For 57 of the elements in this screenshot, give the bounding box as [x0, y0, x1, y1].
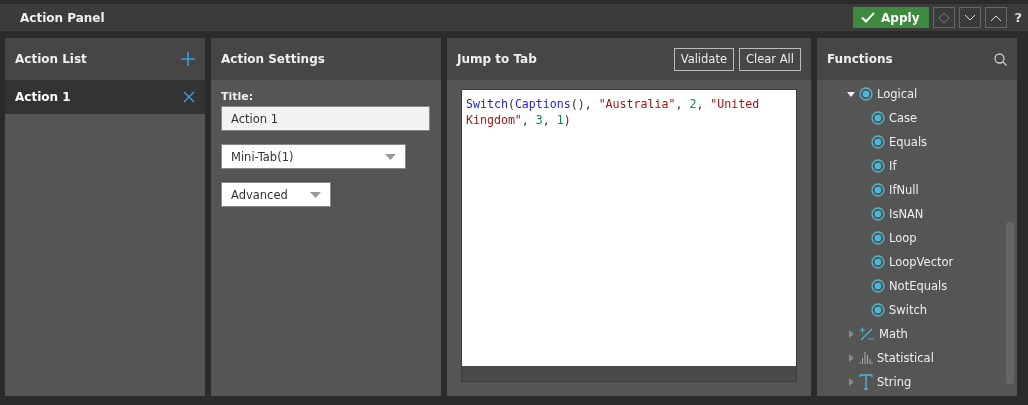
caret-right-icon[interactable]: [847, 378, 855, 386]
circle-icon: [871, 255, 885, 269]
action-list-item[interactable]: Action 1: [5, 80, 205, 114]
panel-heading: Functions: [827, 52, 894, 66]
circle-icon: [871, 111, 885, 125]
diamond-button[interactable]: [933, 7, 956, 28]
function-label[interactable]: Statistical: [877, 351, 934, 365]
chevron-down-icon: [964, 13, 977, 22]
circle-icon: [871, 231, 885, 245]
caret-down-icon: [385, 153, 396, 160]
chevron-up-button[interactable]: [985, 7, 1008, 28]
panel-title: Action Panel: [20, 10, 106, 25]
function-label[interactable]: If: [889, 159, 897, 173]
caret-right-icon[interactable]: [847, 330, 855, 338]
check-icon: [861, 12, 876, 23]
header-button[interactable]: Clear All: [739, 47, 801, 71]
circle-icon: [871, 303, 885, 317]
header-button[interactable]: Validate: [673, 47, 734, 71]
caret-down-icon[interactable]: [847, 90, 855, 98]
function-label[interactable]: Math: [879, 327, 908, 341]
plus-icon[interactable]: [181, 52, 195, 66]
code-editor[interactable]: Switch(Captions(), "Australia", 2, "United Kingdom", 3, 1): [462, 90, 796, 366]
function-label[interactable]: Logical: [877, 87, 918, 101]
help-button[interactable]: ?: [1014, 10, 1022, 25]
circle-icon: [871, 279, 885, 293]
function-label[interactable]: Equals: [889, 135, 928, 149]
function-label[interactable]: LoopVector: [889, 255, 954, 269]
bar-chart-icon: [859, 351, 873, 365]
function-label[interactable]: Switch: [889, 303, 928, 317]
apply-button[interactable]: Apply: [853, 7, 930, 28]
circle-icon: [859, 87, 873, 101]
panel-heading: Action Settings: [221, 52, 326, 66]
dropdown[interactable]: Advanced: [221, 182, 331, 207]
title-label: Title:: [221, 90, 255, 103]
close-icon[interactable]: [183, 91, 195, 103]
caret-right-icon[interactable]: [847, 354, 855, 362]
panel-heading: Jump to Tab: [457, 52, 538, 66]
function-label[interactable]: Loop: [889, 231, 917, 245]
plus-minus-icon: [859, 327, 875, 341]
function-label[interactable]: IfNull: [889, 183, 919, 197]
circle-icon: [871, 135, 885, 149]
function-label[interactable]: NotEquals: [889, 279, 948, 293]
function-label[interactable]: String: [877, 375, 912, 389]
chevron-down-button[interactable]: [959, 7, 982, 28]
chevron-up-icon: [990, 13, 1003, 22]
function-label[interactable]: Case: [889, 111, 918, 125]
diamond-icon: [938, 11, 951, 24]
function-label[interactable]: IsNAN: [889, 207, 924, 221]
circle-icon: [871, 183, 885, 197]
title-field[interactable]: Action 1: [221, 106, 430, 131]
circle-icon: [871, 207, 885, 221]
caret-down-icon: [310, 191, 321, 198]
panel-heading: Action List: [15, 52, 88, 66]
dropdown[interactable]: Mini-Tab(1): [221, 144, 406, 169]
text-icon: [859, 374, 873, 390]
circle-icon: [871, 159, 885, 173]
search-icon[interactable]: [994, 52, 1007, 66]
